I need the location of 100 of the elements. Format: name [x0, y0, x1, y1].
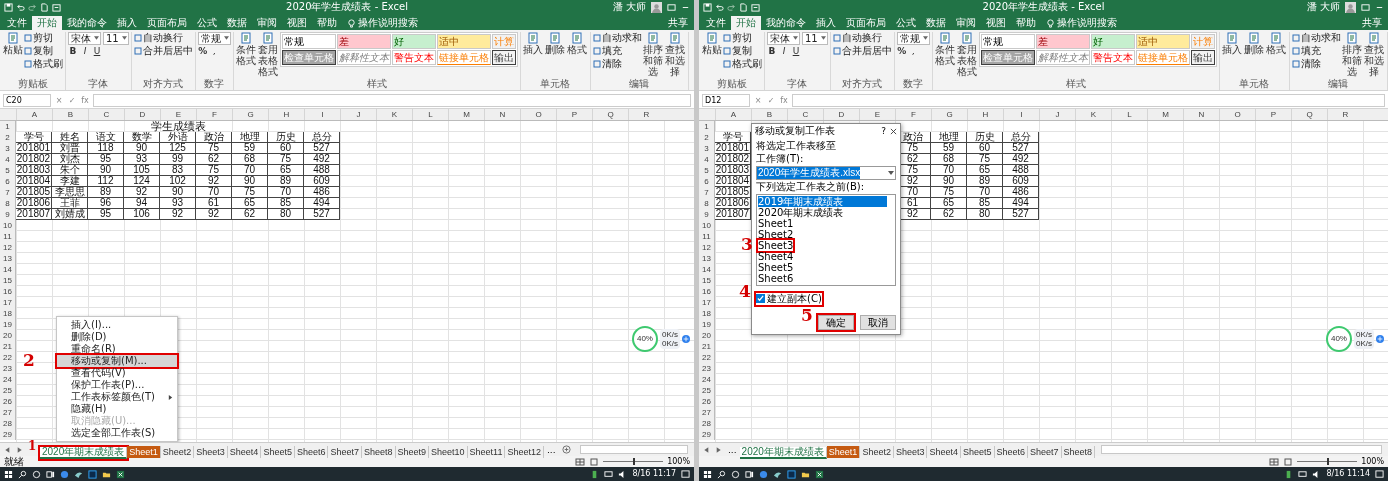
tell-me-search[interactable]: 操作说明搜索 — [1041, 16, 1122, 30]
ribbon-tab[interactable]: 审阅 — [951, 16, 981, 30]
row-header[interactable]: 29 — [699, 429, 715, 440]
clock[interactable]: 8/16 11:14 — [1326, 469, 1370, 479]
column-header[interactable]: H — [967, 109, 1003, 120]
ribbon-tab[interactable]: 我的命令 — [62, 16, 112, 30]
format-button[interactable]: B — [68, 45, 78, 57]
plus-icon[interactable] — [1376, 335, 1384, 343]
formula-button[interactable]: ✓ — [766, 95, 776, 105]
ribbon-button[interactable]: 查找和选择 — [1363, 32, 1385, 77]
ribbon-button[interactable]: 格式 — [566, 32, 588, 55]
column-header[interactable]: E — [859, 109, 895, 120]
column-header[interactable]: H — [268, 109, 304, 120]
formula-button[interactable]: ✓ — [67, 95, 77, 105]
list-item[interactable]: 2019年期末成绩表 — [758, 196, 887, 207]
sheet-tab[interactable]: Sheet1 — [826, 446, 861, 458]
list-item[interactable]: Sheet2 — [758, 229, 887, 240]
dropdown-field[interactable]: 宋体 — [767, 31, 800, 45]
row-header[interactable]: 18 — [0, 308, 16, 319]
row-header[interactable]: 22 — [0, 352, 16, 363]
row-header[interactable]: 23 — [0, 363, 16, 374]
column-header[interactable]: D — [124, 109, 160, 120]
ribbon-button[interactable]: 格式 — [1265, 32, 1287, 55]
column-header[interactable]: G — [931, 109, 967, 120]
row-header[interactable]: 16 — [699, 286, 715, 297]
row-header[interactable]: 12 — [0, 242, 16, 253]
column-header[interactable]: R — [628, 109, 664, 120]
list-item[interactable]: Sheet1 — [758, 218, 887, 229]
row-header[interactable]: 23 — [699, 363, 715, 374]
column-header[interactable]: N — [484, 109, 520, 120]
column-header[interactable]: R — [1327, 109, 1363, 120]
row-header[interactable]: 24 — [699, 374, 715, 385]
format-button[interactable]: U — [92, 45, 102, 57]
formula-button[interactable]: fx — [80, 95, 90, 105]
cell-style[interactable]: 常规 — [980, 34, 1035, 49]
ribbon-button[interactable]: 条件格式 — [235, 32, 257, 66]
cell-style[interactable]: 好 — [1090, 34, 1135, 49]
help-button[interactable]: ? — [881, 126, 886, 136]
ribbon-tab[interactable]: 帮助 — [312, 16, 342, 30]
cell-style[interactable]: 解释性文本 — [1035, 50, 1090, 65]
close-icon[interactable] — [890, 127, 897, 135]
row-header[interactable]: 13 — [699, 253, 715, 264]
list-item[interactable]: Sheet4 — [758, 251, 887, 262]
menu-item[interactable]: 查看代码(V) — [57, 367, 177, 379]
ribbon-tab[interactable]: 数据 — [222, 16, 252, 30]
row-header[interactable]: 1 — [699, 121, 715, 132]
menu-item[interactable]: 工作表标签颜色(T) — [57, 391, 177, 403]
column-header[interactable]: I — [304, 109, 340, 120]
ribbon-button[interactable]: 自动求和 — [1291, 32, 1341, 44]
dropdown-field[interactable]: 11 — [103, 31, 129, 45]
list-item[interactable]: Sheet5 — [758, 262, 887, 273]
clock[interactable]: 8/16 11:17 — [632, 469, 676, 479]
sheet-tab[interactable]: 2020年期末成绩表 — [739, 447, 827, 459]
cell-style[interactable]: 差 — [1035, 34, 1090, 49]
ribbon-tab[interactable]: 视图 — [981, 16, 1011, 30]
row-header[interactable]: 25 — [0, 385, 16, 396]
normal-view-icon[interactable] — [575, 457, 586, 466]
normal-view-icon[interactable] — [1269, 457, 1280, 466]
format-button[interactable]: , — [209, 45, 220, 57]
cell-style[interactable]: 解释性文本 — [336, 50, 391, 65]
menu-item[interactable]: 重命名(R) — [57, 343, 177, 355]
formula-input[interactable] — [93, 93, 691, 107]
ribbon-button[interactable]: 删除 — [544, 32, 566, 55]
task-view-icon[interactable] — [745, 469, 754, 479]
copy-checkbox[interactable]: 建立副本(C) — [756, 292, 822, 305]
row-header[interactable]: 20 — [0, 330, 16, 341]
ribbon-tab[interactable]: 公式 — [891, 16, 921, 30]
cell-style[interactable]: 常规 — [281, 34, 336, 49]
row-header[interactable]: 26 — [0, 396, 16, 407]
column-header[interactable]: F — [196, 109, 232, 120]
ribbon-tab[interactable]: 我的命令 — [761, 16, 811, 30]
row-header[interactable]: 21 — [0, 341, 16, 352]
image-editor-icon[interactable] — [88, 469, 97, 479]
row-header[interactable]: 28 — [0, 418, 16, 429]
row-header[interactable]: 22 — [699, 352, 715, 363]
row-header[interactable]: 7 — [699, 187, 715, 198]
ribbon-tab[interactable]: 审阅 — [252, 16, 282, 30]
ribbon-button[interactable]: 查找和选择 — [664, 32, 686, 77]
undo-icon[interactable] — [715, 2, 724, 12]
spreadsheet-icon[interactable] — [116, 469, 125, 479]
row-header[interactable]: 19 — [0, 319, 16, 330]
sheet-tab[interactable]: 2020年期末成绩表 — [40, 447, 128, 459]
ribbon-tab[interactable]: 公式 — [192, 16, 222, 30]
row-header[interactable]: 24 — [0, 374, 16, 385]
row-header[interactable]: 15 — [0, 275, 16, 286]
column-header[interactable]: N — [1183, 109, 1219, 120]
column-header[interactable]: G — [232, 109, 268, 120]
formula-input[interactable] — [792, 93, 1385, 107]
menu-item[interactable]: 删除(D) — [57, 331, 177, 343]
dialog-button[interactable]: 确定 — [818, 315, 854, 330]
ribbon-tab[interactable]: 页面布局 — [841, 16, 891, 30]
row-header[interactable]: 14 — [0, 264, 16, 275]
ribbon-button[interactable]: 粘贴 — [2, 32, 23, 55]
ribbon-tab[interactable]: 文件 — [2, 16, 32, 30]
arrow-right-icon[interactable] — [15, 445, 23, 454]
avatar-icon[interactable] — [651, 1, 662, 13]
dropdown-field[interactable]: 常规 — [896, 31, 930, 45]
row-header[interactable]: 20 — [699, 330, 715, 341]
ribbon-tab[interactable]: 插入 — [112, 16, 142, 30]
row-header[interactable]: 28 — [699, 418, 715, 429]
